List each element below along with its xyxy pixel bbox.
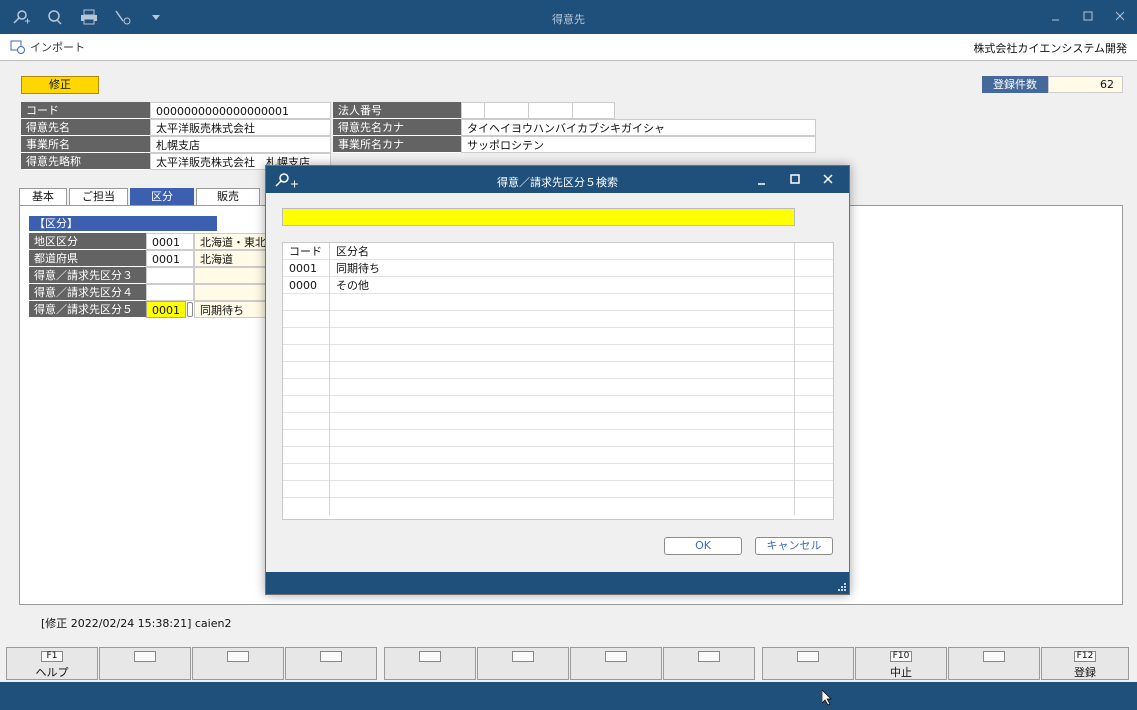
dialog-footer [266, 572, 849, 594]
field-customer-kana[interactable]: タイヘイヨウハンバイカブシキガイシャ [461, 119, 816, 136]
kubun-name-4 [194, 284, 266, 301]
table-row[interactable]: 0000 その他 [283, 277, 833, 294]
minimize-icon[interactable] [1049, 9, 1063, 23]
fkey-5[interactable] [384, 647, 476, 680]
window-title: 得意先 [552, 13, 585, 26]
ok-button[interactable]: OK [664, 537, 742, 555]
field-label-office-kana: 事業所名カナ [333, 136, 461, 153]
fkey-11[interactable] [948, 647, 1040, 680]
field-office-kana[interactable]: サッポロシテン [461, 136, 816, 153]
tab-contact[interactable]: ご担当 [69, 188, 128, 206]
kubun-name-prefecture: 北海道 [194, 250, 266, 267]
empty-row [283, 430, 833, 447]
field-code[interactable]: 0000000000000000001 [150, 102, 331, 119]
fkey-4[interactable] [285, 647, 377, 680]
field-label-customer-kana: 得意先名カナ [333, 119, 461, 136]
tab-bar: 基本 ご担当 区分 販売 [19, 188, 262, 206]
dialog-maximize-icon[interactable] [789, 173, 802, 186]
kubun-name-5: 同期待ち [194, 301, 266, 318]
close-icon[interactable] [1113, 9, 1127, 23]
empty-row [283, 447, 833, 464]
dialog-minimize-icon[interactable] [756, 173, 769, 186]
grid-header-code[interactable]: コード [283, 243, 330, 260]
result-grid: コード 区分名 0001 同期待ち 0000 その他 [282, 242, 834, 520]
window-titlebar: 得意先 [0, 0, 1137, 34]
dialog-window-controls [756, 173, 835, 186]
field-label-short-name: 得意先略称 [21, 153, 150, 170]
field-office-name[interactable]: 札幌支店 [150, 136, 331, 153]
search-dialog: 得意／請求先区分５検索 コード 区分名 0001 同期待ち 0000 その他 O… [265, 165, 850, 595]
kubun-code-3[interactable] [146, 267, 194, 284]
cancel-button[interactable]: キャンセル [755, 537, 833, 555]
kubun-code-4[interactable] [146, 284, 194, 301]
maximize-icon[interactable] [1081, 9, 1095, 23]
bottom-status-bar [0, 682, 1137, 710]
kubun-code-district[interactable]: 0001 [146, 233, 194, 250]
dialog-close-icon[interactable] [822, 173, 835, 186]
field-corporate-number[interactable] [461, 102, 615, 119]
table-row[interactable]: 0001 同期待ち [283, 260, 833, 277]
empty-row [283, 498, 833, 515]
field-label-customer-name: 得意先名 [21, 119, 150, 136]
kubun-label-3: 得意／請求先区分３ [29, 267, 146, 284]
section-title: 【区分】 [29, 216, 217, 231]
fkey-f1-help[interactable]: F1 ヘルプ [6, 647, 98, 680]
fkey-9[interactable] [762, 647, 854, 680]
empty-row [283, 396, 833, 413]
fkey-6[interactable] [477, 647, 569, 680]
kubun-label-district: 地区区分 [29, 233, 146, 250]
dialog-titlebar: 得意／請求先区分５検索 [266, 166, 849, 193]
empty-row [283, 362, 833, 379]
empty-row [283, 413, 833, 430]
fkey-f10-cancel[interactable]: F10 中止 [855, 647, 947, 680]
status-line: [修正 2022/02/24 15:38:21] caien2 [41, 617, 232, 630]
import-icon [10, 40, 25, 54]
fkey-3[interactable] [192, 647, 284, 680]
fkey-2[interactable] [99, 647, 191, 680]
field-label-corporate-number: 法人番号 [333, 102, 461, 119]
empty-row [283, 481, 833, 498]
fkey-f12-register[interactable]: F12 登録 [1041, 647, 1129, 680]
field-label-office-name: 事業所名 [21, 136, 150, 153]
record-count-value: 62 [1048, 76, 1123, 93]
grid-header-name[interactable]: 区分名 [330, 243, 795, 260]
function-key-bar: F1 ヘルプ F10 中止 F12 登録 [6, 647, 1130, 680]
dialog-search-input[interactable] [282, 208, 795, 226]
tab-basic[interactable]: 基本 [19, 188, 67, 206]
record-count-label: 登録件数 [982, 76, 1048, 93]
kubun-code-5-input[interactable]: 0001 [146, 301, 186, 318]
kubun-name-3 [194, 267, 266, 284]
tab-kubun[interactable]: 区分 [130, 188, 194, 206]
fkey-8[interactable] [663, 647, 755, 680]
empty-row [283, 379, 833, 396]
empty-row [283, 311, 833, 328]
fkey-7[interactable] [570, 647, 662, 680]
mode-badge: 修正 [21, 76, 99, 94]
kubun-label-5: 得意／請求先区分５ [29, 301, 146, 318]
grid-header: コード 区分名 [283, 243, 833, 260]
kubun-5-search-button[interactable] [187, 302, 193, 317]
mouse-cursor-icon [822, 690, 832, 706]
field-label-code: コード [21, 102, 150, 119]
kubun-label-prefecture: 都道府県 [29, 250, 146, 267]
resize-grip-icon[interactable] [837, 582, 847, 592]
import-button[interactable]: インポート [10, 39, 85, 55]
window-controls [1049, 9, 1127, 23]
company-name: 株式会社カイエンシステム開発 [973, 42, 1127, 55]
empty-row [283, 464, 833, 481]
kubun-name-district: 北海道・東北 [194, 233, 266, 250]
menu-bar: インポート 株式会社カイエンシステム開発 [0, 34, 1137, 61]
kubun-label-4: 得意／請求先区分４ [29, 284, 146, 301]
import-label: インポート [30, 41, 85, 54]
empty-row [283, 328, 833, 345]
tab-sales[interactable]: 販売 [196, 188, 260, 206]
field-customer-name[interactable]: 太平洋販売株式会社 [150, 119, 331, 136]
empty-row [283, 294, 833, 311]
kubun-code-prefecture[interactable]: 0001 [146, 250, 194, 267]
empty-row [283, 345, 833, 362]
